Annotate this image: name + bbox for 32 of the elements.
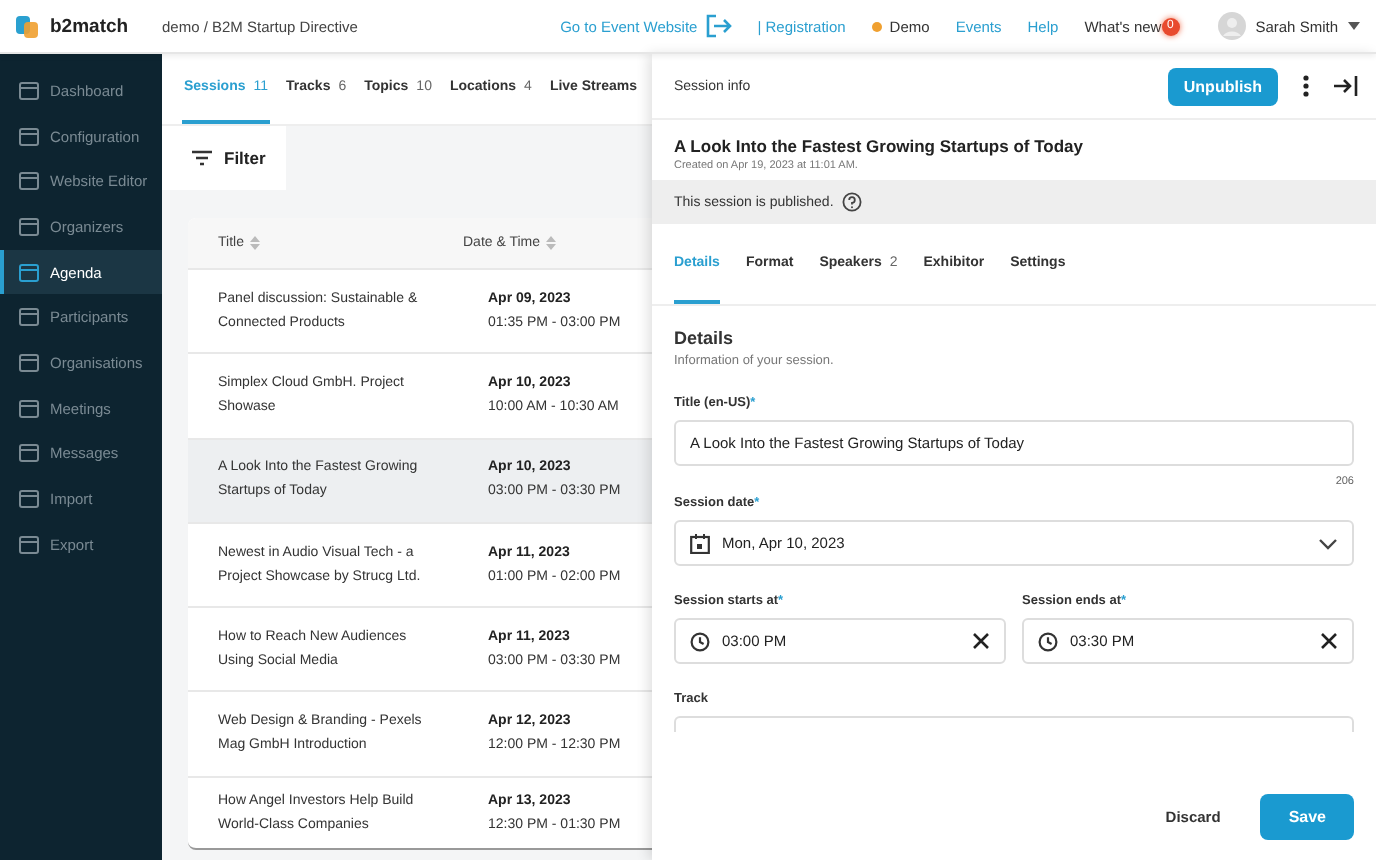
menu-item-icon: [18, 261, 40, 284]
section-title: Details: [674, 328, 736, 348]
session-title: A Look Into the Fastest Growing Startups of Today: [674, 136, 1085, 156]
logo-icon: [14, 12, 42, 40]
menu-item-icon: [18, 306, 40, 329]
clear-icon: [972, 632, 990, 650]
calendar-icon: [690, 533, 710, 553]
avatar-icon: [1217, 12, 1246, 40]
help-icon: [841, 192, 862, 212]
filter-button[interactable]: Filter: [162, 126, 286, 190]
menu-item-icon: [18, 533, 40, 556]
menu-item-icon: [18, 351, 40, 374]
filter-icon: [192, 150, 212, 166]
chevron-down-icon: [1318, 537, 1338, 549]
sort-icon: [546, 236, 557, 250]
menu-item-icon: [18, 488, 40, 511]
menu-item-icon: [18, 79, 40, 102]
exit-icon: [703, 12, 732, 40]
clock-icon: [1038, 631, 1058, 651]
sort-icon: [249, 236, 260, 250]
brand-name: b2match: [50, 15, 129, 37]
caret-icon: [1348, 22, 1360, 30]
more-icon: [1302, 74, 1310, 98]
menu-item-icon: [18, 215, 40, 238]
menu-item-icon: [18, 442, 40, 465]
clear-icon: [1320, 632, 1338, 650]
track-select[interactable]: [674, 716, 1354, 732]
collapse-icon: [1334, 76, 1358, 96]
menu-item-icon: [18, 397, 40, 420]
clock-icon: [690, 631, 710, 651]
menu-item-icon: [18, 170, 40, 193]
menu-item-icon: [18, 125, 40, 148]
